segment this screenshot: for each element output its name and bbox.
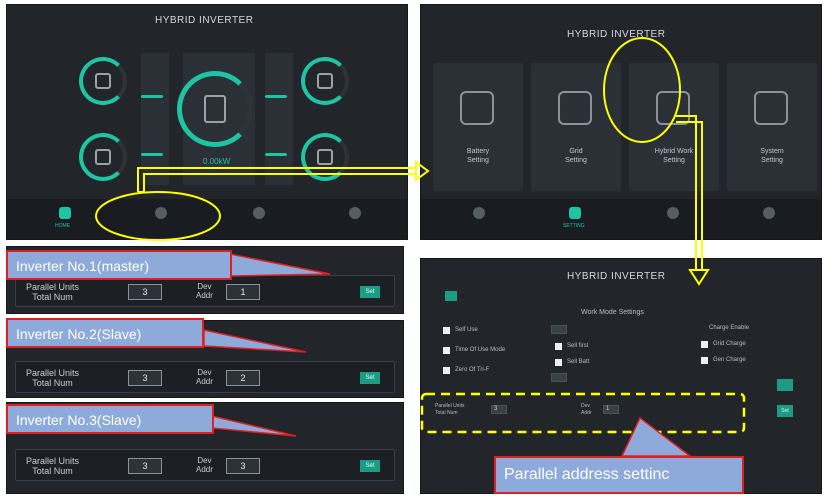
highlight-ellipse <box>603 37 681 143</box>
callout-pointer <box>211 415 297 437</box>
callout-pointer <box>620 416 693 457</box>
callout-inverter-3: Inverter No.3(Slave) <box>6 404 214 434</box>
highlight-ellipse <box>95 191 221 241</box>
dashed-highlight-box <box>420 392 746 434</box>
callout-inverter-2: Inverter No.2(Slave) <box>6 318 204 348</box>
callout-pointer <box>218 250 331 277</box>
arrow-head <box>688 269 710 286</box>
connector-line <box>676 115 703 270</box>
callout-inverter-1: Inverter No.1(master) <box>6 250 232 280</box>
callout-parallel-address: Parallel address settinc <box>494 456 744 494</box>
callout-pointer <box>203 329 307 353</box>
arrow-head <box>415 160 430 182</box>
connector-line <box>137 167 416 193</box>
